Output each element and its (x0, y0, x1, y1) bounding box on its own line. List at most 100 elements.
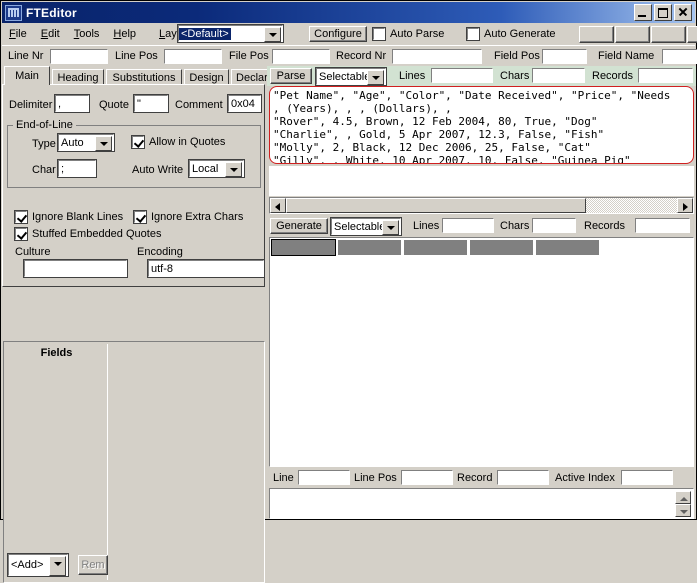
generate-records-label: Records (584, 220, 625, 232)
scroll-left-button[interactable] (270, 198, 286, 213)
field-name-label: Field Name (598, 50, 655, 62)
bottom-detail-pane[interactable] (269, 488, 694, 519)
minimize-button[interactable] (634, 4, 652, 21)
auto-parse-group: Auto Parse (372, 27, 444, 41)
type-label: Type (32, 138, 56, 150)
maximize-button[interactable] (654, 4, 672, 21)
parse-chars-field[interactable] (532, 68, 585, 83)
status-active-index-field[interactable] (621, 470, 673, 485)
chevron-down-icon[interactable] (225, 162, 242, 177)
status-line-pos-field[interactable] (401, 470, 453, 485)
grid-column-header-5[interactable] (535, 239, 600, 256)
source-text-editor[interactable]: "Pet Name", "Age", "Color", "Date Receiv… (269, 86, 694, 164)
editor-filler (269, 166, 694, 196)
quote-label: Quote (99, 99, 129, 111)
layout-value: <Default> (179, 27, 231, 40)
line-nr-field[interactable] (50, 48, 108, 64)
comment-label: Comment (175, 99, 223, 111)
eol-char-input[interactable]: ; (57, 159, 97, 178)
add-field-value: <Add> (11, 559, 44, 571)
chevron-down-icon[interactable] (264, 27, 281, 42)
status-line-pos-label: Line Pos (354, 472, 397, 484)
generate-records-field[interactable] (635, 218, 690, 233)
generate-toolbar: Generate Selectable Lines Chars Records (267, 216, 696, 236)
layout-combobox[interactable]: <Default> (177, 24, 284, 43)
window-controls (634, 4, 692, 21)
grid-column-header-3[interactable] (403, 239, 468, 256)
parse-button[interactable]: Parse (270, 68, 312, 84)
add-field-combobox[interactable]: <Add> (7, 553, 69, 577)
allow-in-quotes-checkbox[interactable] (131, 135, 145, 149)
ignore-blank-lines-group: Ignore Blank Lines (14, 210, 124, 224)
scroll-right-button[interactable] (677, 198, 693, 213)
toolbar-button-4[interactable] (687, 26, 697, 43)
parse-mode-combobox[interactable]: Selectable (315, 67, 387, 86)
scroll-up-button[interactable] (675, 491, 691, 504)
hscroll-track[interactable] (586, 198, 677, 213)
file-pos-field[interactable] (272, 48, 330, 64)
parse-toolbar: Parse Selectable Lines Chars Records (267, 66, 696, 86)
ignore-blank-lines-checkbox[interactable] (14, 210, 28, 224)
parse-lines-label: Lines (399, 70, 426, 82)
generate-lines-field[interactable] (442, 218, 494, 233)
generate-chars-field[interactable] (532, 218, 576, 233)
remove-field-button[interactable]: Rem (78, 555, 108, 575)
generate-mode-value: Selectable (334, 220, 386, 233)
menu-item-edit[interactable]: Edit (34, 26, 67, 42)
record-nr-field[interactable] (392, 48, 482, 64)
grid-column-header-1[interactable] (271, 239, 336, 256)
close-button[interactable] (674, 4, 692, 21)
field-pos-field[interactable] (542, 48, 587, 64)
quote-input[interactable]: " (133, 94, 169, 113)
parse-mode-value: Selectable (319, 70, 371, 83)
stuffed-embedded-quotes-checkbox[interactable] (14, 227, 28, 241)
chevron-down-icon[interactable] (382, 220, 399, 235)
eol-type-combobox[interactable]: Auto (57, 133, 115, 152)
field-name-field[interactable] (662, 48, 697, 64)
parse-records-field[interactable] (638, 68, 693, 83)
auto-generate-checkbox[interactable] (466, 27, 480, 41)
chevron-down-icon[interactable] (95, 136, 112, 151)
allow-in-quotes-group: Allow in Quotes (131, 135, 225, 149)
auto-write-label: Auto Write (132, 164, 184, 176)
configure-button[interactable]: Configure (309, 26, 367, 42)
status-record-field[interactable] (497, 470, 549, 485)
hscroll-thumb[interactable] (286, 198, 586, 213)
grid-status-bar: Line Line Pos Record Active Index (269, 469, 694, 488)
tab-heading[interactable]: Heading (52, 69, 104, 85)
generate-button[interactable]: Generate (270, 218, 328, 234)
chevron-down-icon[interactable] (367, 70, 384, 85)
grid-column-header-2[interactable] (337, 239, 402, 256)
line-pos-field[interactable] (164, 48, 222, 64)
menu-item-file[interactable]: FFileile (2, 26, 34, 42)
status-active-index-label: Active Index (555, 472, 615, 484)
ignore-extra-chars-checkbox[interactable] (133, 210, 147, 224)
toolbar-button-1[interactable] (579, 26, 614, 43)
scroll-down-button[interactable] (675, 504, 691, 517)
auto-write-combobox[interactable]: Local (188, 159, 245, 178)
parse-lines-field[interactable] (431, 68, 493, 83)
menu-item-tools[interactable]: Tools (67, 26, 107, 42)
menu-item-help[interactable]: Help (106, 26, 143, 42)
toolbar-button-2[interactable] (615, 26, 650, 43)
generate-mode-combobox[interactable]: Selectable (330, 217, 402, 236)
culture-input[interactable] (23, 259, 128, 278)
encoding-label: Encoding (137, 246, 183, 258)
file-pos-label: File Pos (229, 50, 269, 62)
tab-design[interactable]: Design (184, 69, 229, 85)
editor-hscrollbar[interactable] (269, 197, 694, 214)
generate-chars-label: Chars (500, 220, 530, 232)
auto-parse-checkbox[interactable] (372, 27, 386, 41)
toolbar-button-3[interactable] (651, 26, 686, 43)
status-line-field[interactable] (298, 470, 350, 485)
fields-list-column[interactable]: Fields (6, 344, 108, 580)
chevron-down-icon[interactable] (49, 556, 66, 576)
ignore-blank-lines-label: Ignore Blank Lines (32, 211, 124, 223)
tab-main[interactable]: Main (4, 66, 50, 85)
output-grid[interactable] (269, 237, 694, 467)
comment-input[interactable]: 0x04 (227, 94, 262, 113)
encoding-input[interactable]: utf-8 (147, 259, 265, 278)
grid-column-header-4[interactable] (469, 239, 534, 256)
tab-substitutions[interactable]: Substitutions (106, 69, 182, 85)
delimiter-input[interactable]: , (54, 94, 90, 113)
